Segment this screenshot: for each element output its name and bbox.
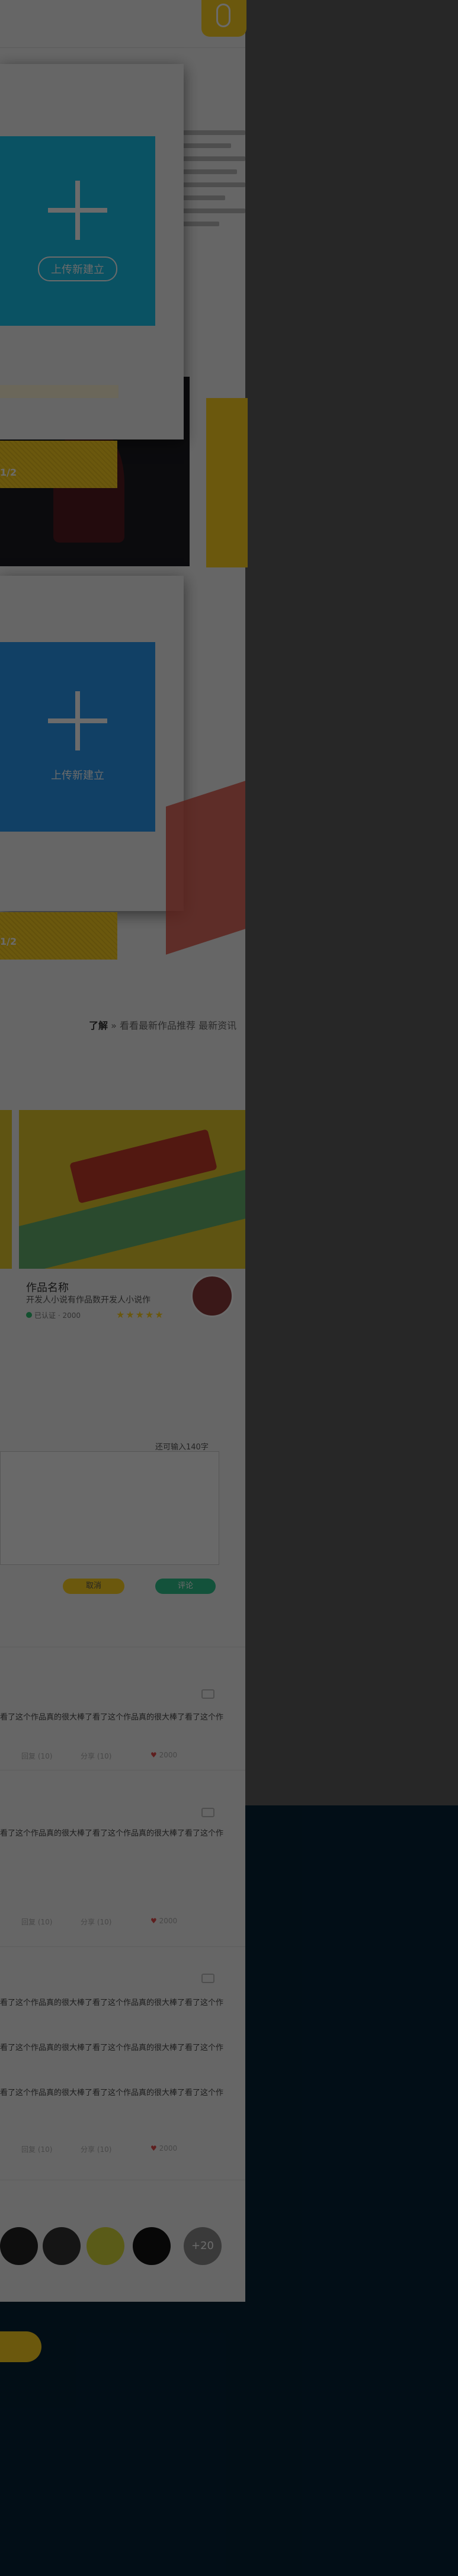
char-counter: 还可输入140字 xyxy=(155,1443,209,1452)
comment-text: 看了这个作品真的很大棒了看了这个作品真的很大棒了看了这个作 xyxy=(0,2089,224,2097)
page-indicator: 1/2 xyxy=(0,936,17,947)
divider xyxy=(0,1946,245,1947)
plus-icon xyxy=(48,181,107,240)
heart-icon: ♥ xyxy=(150,2144,157,2152)
upload-label: 上传新建立 xyxy=(51,769,104,782)
cancel-button[interactable]: 取消 xyxy=(63,1579,124,1594)
reply-link[interactable]: 回复 (10) xyxy=(21,1917,52,1927)
fan-avatar[interactable] xyxy=(43,2227,81,2265)
like-count[interactable]: ♥ 2000 xyxy=(150,1917,177,1925)
reply-link[interactable]: 回复 (10) xyxy=(21,1751,52,1761)
verified-icon xyxy=(26,1312,32,1318)
comment-menu-icon[interactable] xyxy=(201,1808,214,1817)
microphone-icon xyxy=(216,4,230,27)
plus-icon xyxy=(48,691,107,750)
like-count[interactable]: ♥ 2000 xyxy=(150,1751,177,1759)
work-title[interactable]: 作品名称 xyxy=(26,1279,69,1295)
comment-text: 看了这个作品真的很大棒了看了这个作品真的很大棒了看了这个作 xyxy=(0,1829,224,1838)
breadcrumb: 了解 » 看看最新作品推荐 最新资讯 xyxy=(89,1018,236,1032)
breadcrumb-rest: » 看看最新作品推荐 最新资讯 xyxy=(111,1020,237,1031)
work-meta: 已认证 · 2000 xyxy=(26,1310,81,1320)
rating-stars: ★★★★★ xyxy=(116,1309,165,1320)
work-description: 开发人小说有作品数开发人小说作 xyxy=(26,1295,150,1305)
comment-menu-icon[interactable] xyxy=(201,1974,214,1983)
side-panel xyxy=(206,398,248,567)
upload-tile[interactable]: 上传新建立 xyxy=(0,136,155,326)
breadcrumb-current[interactable]: 了解 xyxy=(89,1020,108,1031)
fan-avatar[interactable] xyxy=(87,2227,124,2265)
preview-graphic xyxy=(166,781,245,955)
like-count[interactable]: ♥ 2000 xyxy=(150,2144,177,2152)
slide-caption: 1/2 xyxy=(0,912,117,960)
card-strip xyxy=(0,385,118,398)
comment-menu-icon[interactable] xyxy=(201,1689,214,1699)
share-link[interactable]: 分享 (10) xyxy=(81,1917,111,1927)
author-avatar[interactable] xyxy=(191,1275,233,1317)
submit-comment-button[interactable]: 评论 xyxy=(155,1579,216,1594)
prev-work-thumb[interactable] xyxy=(0,1110,12,1269)
slide-caption: 1/2 xyxy=(0,441,117,488)
comment-text: 看了这个作品真的很大棒了看了这个作品真的很大棒了看了这个作 xyxy=(0,1713,224,1722)
comment-textarea[interactable] xyxy=(0,1451,219,1565)
fan-avatar[interactable] xyxy=(0,2227,38,2265)
intro-text-block xyxy=(178,130,245,235)
fan-avatar[interactable] xyxy=(133,2227,171,2265)
upload-tile[interactable]: 上传新建立 xyxy=(0,642,155,832)
side-background xyxy=(245,1805,458,2576)
heart-icon: ♥ xyxy=(150,1917,157,1925)
share-link[interactable]: 分享 (10) xyxy=(81,1751,111,1761)
bottom-tab-button[interactable] xyxy=(0,2331,41,2362)
page-indicator: 1/2 xyxy=(0,467,17,478)
share-link[interactable]: 分享 (10) xyxy=(81,2144,111,2154)
reply-link[interactable]: 回复 (10) xyxy=(21,2144,52,2154)
upload-button[interactable]: 上传新建立 xyxy=(38,256,117,281)
more-fans-button[interactable]: +20 xyxy=(184,2227,222,2265)
comment-text: 看了这个作品真的很大棒了看了这个作品真的很大棒了看了这个作 xyxy=(0,1998,224,2007)
work-thumbnail[interactable] xyxy=(19,1110,245,1269)
comment-text: 看了这个作品真的很大棒了看了这个作品真的很大棒了看了这个作 xyxy=(0,2044,224,2052)
heart-icon: ♥ xyxy=(150,1751,157,1759)
